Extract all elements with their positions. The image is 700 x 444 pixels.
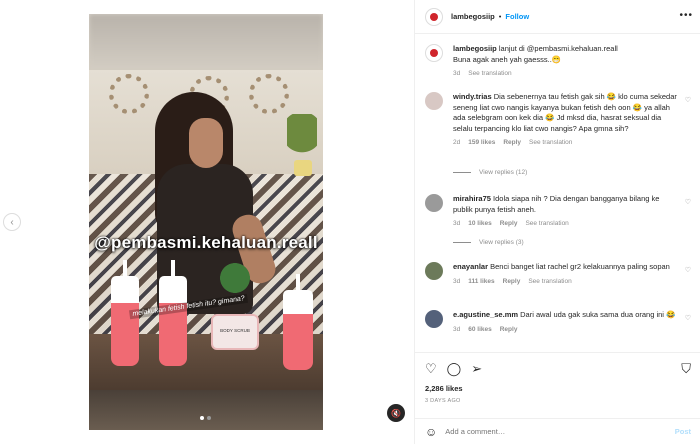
comments-list: lambegosiip lanjut di @pembasmi.kehaluan… [415,34,700,352]
mute-button[interactable]: 🔇 [387,404,405,422]
see-translation-link[interactable]: See translation [525,219,568,230]
add-comment-bar: ☺ Post [415,418,700,444]
carousel-dot [207,416,211,420]
post-image[interactable]: BODY SCRUB @pembasmi.kehaluan.reall mela… [89,14,323,430]
likes-count[interactable]: 2,286 likes [425,384,463,393]
more-options-icon[interactable]: ••• [679,10,693,21]
see-translation-link[interactable]: See translation [528,277,571,288]
reply-button[interactable]: Reply [500,325,518,336]
like-comment-icon[interactable]: ♡ [685,96,691,104]
carousel-dot-active [200,416,204,420]
view-replies-button[interactable]: View replies (3) [453,239,524,246]
comment-icon[interactable]: ◯ [447,361,462,377]
reply-button[interactable]: Reply [503,138,521,149]
follow-button[interactable]: Follow [505,12,529,21]
like-icon[interactable]: ♡ [425,361,437,377]
previous-post-button[interactable]: ‹ [3,213,21,231]
emoji-icon[interactable]: ☺ [425,425,437,439]
bookmark-icon[interactable]: ⛉ [681,361,691,377]
like-comment-icon[interactable]: ♡ [685,198,691,206]
comment-input[interactable] [445,427,646,436]
see-translation-link[interactable]: See translation [468,69,511,80]
like-comment-icon[interactable]: ♡ [685,314,691,322]
author-username[interactable]: lambegosiip [451,12,495,21]
commenter-avatar[interactable] [425,262,443,280]
commenter-avatar[interactable] [425,194,443,212]
media-panel: BODY SCRUB @pembasmi.kehaluan.reall mela… [0,0,414,444]
reply-button[interactable]: Reply [503,277,521,288]
body-scrub-jar: BODY SCRUB [211,314,259,350]
author-avatar[interactable] [425,7,443,26]
carousel-indicator [200,416,211,420]
post-timestamp: 3 DAYS AGO [425,398,461,404]
like-comment-icon[interactable]: ♡ [685,266,691,274]
see-translation-link[interactable]: See translation [529,138,572,149]
overlay-handle-text: @pembasmi.kehaluan.reall [94,233,318,252]
view-replies-button[interactable]: View replies (12) [453,169,527,176]
caption-avatar[interactable] [425,44,443,62]
post-header: lambegosiip • Follow ••• [415,0,700,34]
share-icon[interactable]: ➢ [471,361,482,377]
reply-button[interactable]: Reply [500,219,518,230]
commenter-avatar[interactable] [425,92,443,110]
post-dialog: BODY SCRUB @pembasmi.kehaluan.reall mela… [0,0,700,444]
commenter-avatar[interactable] [425,310,443,328]
post-sidebar: lambegosiip • Follow ••• lambegosiip lan… [414,0,700,444]
post-comment-button[interactable]: Post [675,427,691,436]
